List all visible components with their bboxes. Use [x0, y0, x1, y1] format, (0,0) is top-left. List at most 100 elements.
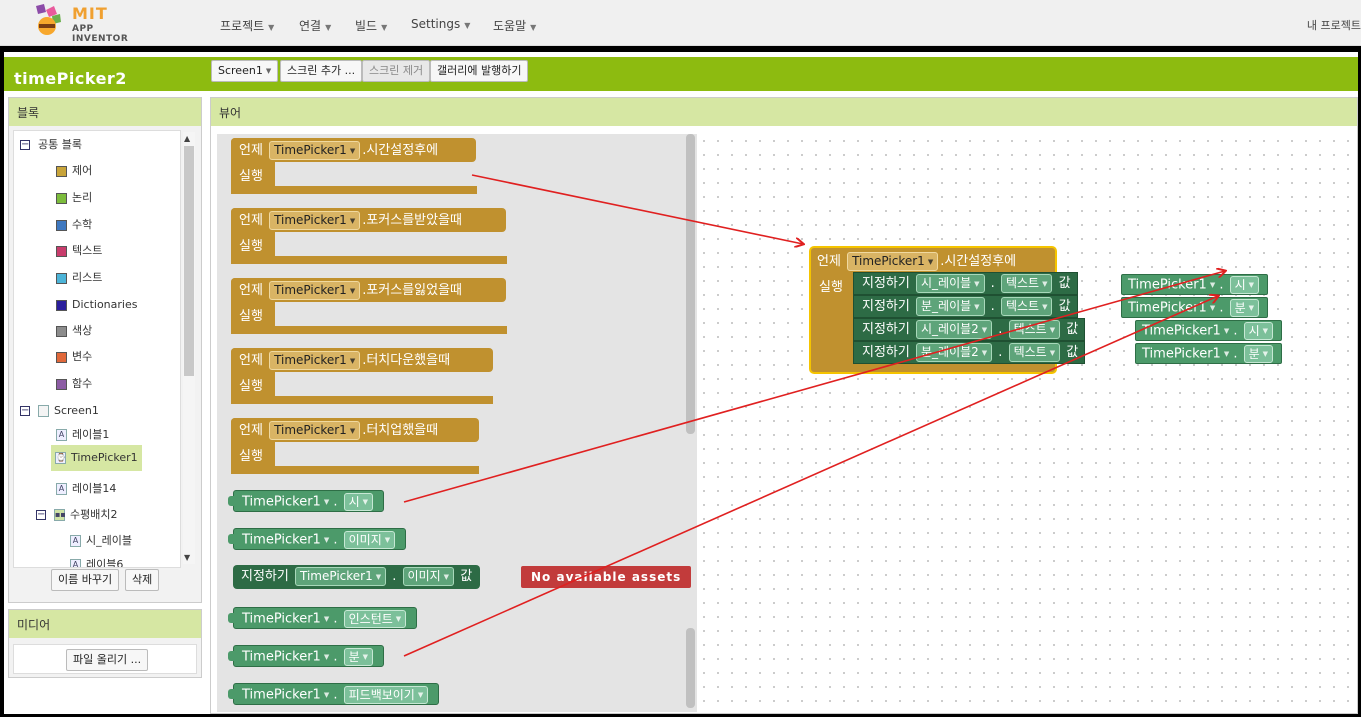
chevron-down-icon[interactable]: ▼ — [324, 498, 329, 506]
getter-block-feedback[interactable]: TimePicker1 ▼ . 피드백보이기 ▼ — [228, 683, 440, 705]
no-assets-block[interactable]: No available assets — [521, 566, 692, 588]
event-component-dropdown[interactable]: TimePicker1 ▼ — [269, 211, 361, 230]
scroll-down-icon[interactable]: ▼ — [184, 553, 190, 562]
getter-block-minute[interactable]: TimePicker1 ▼ . 분 ▼ — [228, 645, 385, 667]
collapse-icon[interactable]: − — [20, 406, 30, 416]
chevron-down-icon[interactable]: ▼ — [324, 653, 329, 661]
tree-component-label6[interactable]: A 레이블6 — [70, 555, 123, 567]
remove-screen-button[interactable]: 스크린 제거 — [362, 60, 431, 82]
nav-settings[interactable]: Settings ▼ — [411, 17, 470, 31]
ws-target-dropdown[interactable]: 분_레이블 ▼ — [915, 297, 985, 316]
chevron-down-icon[interactable]: ▼ — [1224, 350, 1229, 358]
tree-scrollbar[interactable]: ▲ ▼ — [183, 132, 195, 564]
event-block-after-time-set[interactable]: 언제 TimePicker1 ▼ .시간설정후에 실행 — [231, 138, 477, 194]
tree-item-procedures[interactable]: 함수 — [56, 374, 92, 394]
tree-item-text[interactable]: 텍스트 — [56, 241, 102, 261]
setter-component-dropdown[interactable]: TimePicker1 ▼ — [294, 567, 387, 586]
ws-property-dropdown[interactable]: 텍스트 ▼ — [1008, 343, 1061, 362]
tree-item-colors[interactable]: 색상 — [56, 321, 92, 341]
chevron-down-icon[interactable]: ▼ — [324, 615, 329, 623]
scroll-thumb[interactable] — [184, 146, 194, 376]
setter-block-image[interactable]: 지정하기 TimePicker1 ▼ . 이미지 ▼ 값 — [233, 565, 481, 589]
tree-builtin[interactable]: − 공통 블록 — [20, 135, 82, 155]
ws-target-dropdown[interactable]: 분_레이블2 ▼ — [915, 343, 993, 362]
getter-property-dropdown[interactable]: 시 ▼ — [343, 492, 374, 511]
ws-getter-block[interactable]: TimePicker1 ▼ . 시 ▼ — [1135, 320, 1283, 341]
ws-getter-block[interactable]: TimePicker1 ▼ . 분 ▼ — [1121, 297, 1269, 318]
drawer-scrollbar[interactable] — [686, 134, 695, 434]
tree-item-logic[interactable]: 논리 — [56, 188, 92, 208]
getter-property: 시 — [348, 494, 360, 509]
ws-target-dropdown[interactable]: 시_레이블 ▼ — [915, 274, 985, 293]
tree-item-control[interactable]: 제어 — [56, 161, 92, 181]
tree-component-label1[interactable]: A 레이블1 — [56, 425, 109, 445]
app-inventor-logo[interactable]: MIT APP INVENTOR — [30, 4, 150, 44]
getter-block-instant[interactable]: TimePicker1 ▼ . 인스턴트 ▼ — [228, 607, 418, 629]
event-block-got-focus[interactable]: 언제 TimePicker1 ▼ .포커스를받았을때 실행 — [231, 208, 507, 264]
tree-item-label: 레이블14 — [72, 482, 117, 495]
tree-screen1[interactable]: − Screen1 — [20, 401, 99, 421]
event-block-touch-up[interactable]: 언제 TimePicker1 ▼ .터치업했을때 실행 — [231, 418, 479, 474]
nav-build[interactable]: 빌드 ▼ — [355, 17, 387, 34]
nav-my-projects[interactable]: 내 프로젝트 — [1307, 17, 1361, 33]
add-screen-button[interactable]: 스크린 추가 ... — [280, 60, 363, 82]
chevron-down-icon[interactable]: ▼ — [1210, 281, 1215, 289]
getter-block-hour[interactable]: TimePicker1 ▼ . 시 ▼ — [228, 490, 385, 512]
scroll-up-icon[interactable]: ▲ — [184, 134, 190, 143]
upload-file-button[interactable]: 파일 올리기 ... — [66, 649, 149, 671]
ws-property-dropdown[interactable]: 텍스트 ▼ — [1008, 320, 1061, 339]
tree-component-hour-label[interactable]: A 시_레이블 — [70, 531, 132, 551]
ws-setter-row[interactable]: 지정하기 시_레이블2 ▼ . 텍스트 ▼ 값 — [853, 318, 1086, 341]
tree-item-math[interactable]: 수학 — [56, 215, 92, 235]
getter-property-dropdown[interactable]: 이미지 ▼ — [343, 530, 396, 549]
ws-setter-row[interactable]: 지정하기 시_레이블 ▼ . 텍스트 ▼ 값 — [853, 272, 1078, 295]
chevron-down-icon[interactable]: ▼ — [1210, 304, 1215, 312]
ws-getter-property-dropdown[interactable]: 시 ▼ — [1229, 275, 1260, 294]
event-component-dropdown[interactable]: TimePicker1 ▼ — [269, 351, 361, 370]
ws-getter-block[interactable]: TimePicker1 ▼ . 시 ▼ — [1121, 274, 1269, 295]
event-block-touch-down[interactable]: 언제 TimePicker1 ▼ .터치다운했을때 실행 — [231, 348, 493, 404]
nav-projects[interactable]: 프로젝트 ▼ — [220, 17, 274, 34]
ws-getter-block[interactable]: TimePicker1 ▼ . 분 ▼ — [1135, 343, 1283, 364]
ws-property-dropdown[interactable]: 텍스트 ▼ — [1000, 297, 1053, 316]
delete-button[interactable]: 삭제 — [125, 569, 160, 591]
tree-component-label14[interactable]: A 레이블14 — [56, 479, 116, 499]
tree-item-lists[interactable]: 리스트 — [56, 268, 102, 288]
ws-target-dropdown[interactable]: 시_레이블2 ▼ — [915, 320, 993, 339]
ws-property-dropdown[interactable]: 텍스트 ▼ — [1000, 274, 1053, 293]
nav-connect[interactable]: 연결 ▼ — [299, 17, 331, 34]
ws-setter-row[interactable]: 지정하기 분_레이블 ▼ . 텍스트 ▼ 값 — [853, 295, 1078, 318]
getter-block-image[interactable]: TimePicker1 ▼ . 이미지 ▼ — [228, 528, 407, 550]
event-component-dropdown[interactable]: TimePicker1 ▼ — [269, 141, 361, 160]
ws-getter-property-dropdown[interactable]: 시 ▼ — [1243, 321, 1274, 340]
ws-getter-property: 분 — [1234, 300, 1246, 315]
collapse-icon[interactable]: − — [36, 510, 46, 520]
workspace-event-block[interactable]: 언제 TimePicker1 ▼ .시간설정후에 실행 지정하기 시_레이블 ▼ . … — [809, 246, 1086, 374]
tree-item-variables[interactable]: 변수 — [56, 347, 92, 367]
tree-arrangement[interactable]: − ▪▪ 수평배치2 — [36, 505, 117, 525]
event-component-dropdown[interactable]: TimePicker1 ▼ — [269, 421, 361, 440]
ws-getter-property-dropdown[interactable]: 분 ▼ — [1229, 298, 1260, 317]
setter-property-dropdown[interactable]: 이미지 ▼ — [402, 567, 455, 586]
getter-property-dropdown[interactable]: 인스턴트 ▼ — [343, 609, 407, 628]
tree-component-timepicker1[interactable]: ⌚ TimePicker1 — [51, 445, 142, 471]
chevron-down-icon[interactable]: ▼ — [324, 691, 329, 699]
chevron-down-icon[interactable]: ▼ — [324, 536, 329, 544]
rename-button[interactable]: 이름 바꾸기 — [51, 569, 120, 591]
chevron-down-icon[interactable]: ▼ — [1224, 327, 1229, 335]
event-component-dropdown[interactable]: TimePicker1 ▼ — [269, 281, 361, 300]
publish-gallery-button[interactable]: 갤러리에 발행하기 — [430, 60, 529, 82]
ws-event-component-dropdown[interactable]: TimePicker1 ▼ — [847, 252, 939, 271]
blocks-workspace[interactable]: 언제 TimePicker1 ▼ .시간설정후에 실행 지정하기 시_레이블 ▼ . … — [697, 134, 1357, 712]
getter-property-dropdown[interactable]: 피드백보이기 ▼ — [343, 685, 429, 704]
nav-help[interactable]: 도움말 ▼ — [493, 17, 536, 34]
getter-property-dropdown[interactable]: 분 ▼ — [343, 647, 374, 666]
ws-getter-property-dropdown[interactable]: 분 ▼ — [1243, 344, 1274, 363]
collapse-icon[interactable]: − — [20, 140, 30, 150]
event-block-lost-focus[interactable]: 언제 TimePicker1 ▼ .포커스를잃었을때 실행 — [231, 278, 507, 334]
drawer-scrollbar-lower[interactable] — [686, 628, 695, 708]
tree-item-dictionaries[interactable]: Dictionaries — [56, 295, 137, 315]
ws-setter-row[interactable]: 지정하기 분_레이블2 ▼ . 텍스트 ▼ 값 — [853, 341, 1086, 364]
ws-event-name: .시간설정후에 — [940, 254, 1017, 269]
screen-select[interactable]: Screen1 ▼ — [211, 60, 279, 82]
